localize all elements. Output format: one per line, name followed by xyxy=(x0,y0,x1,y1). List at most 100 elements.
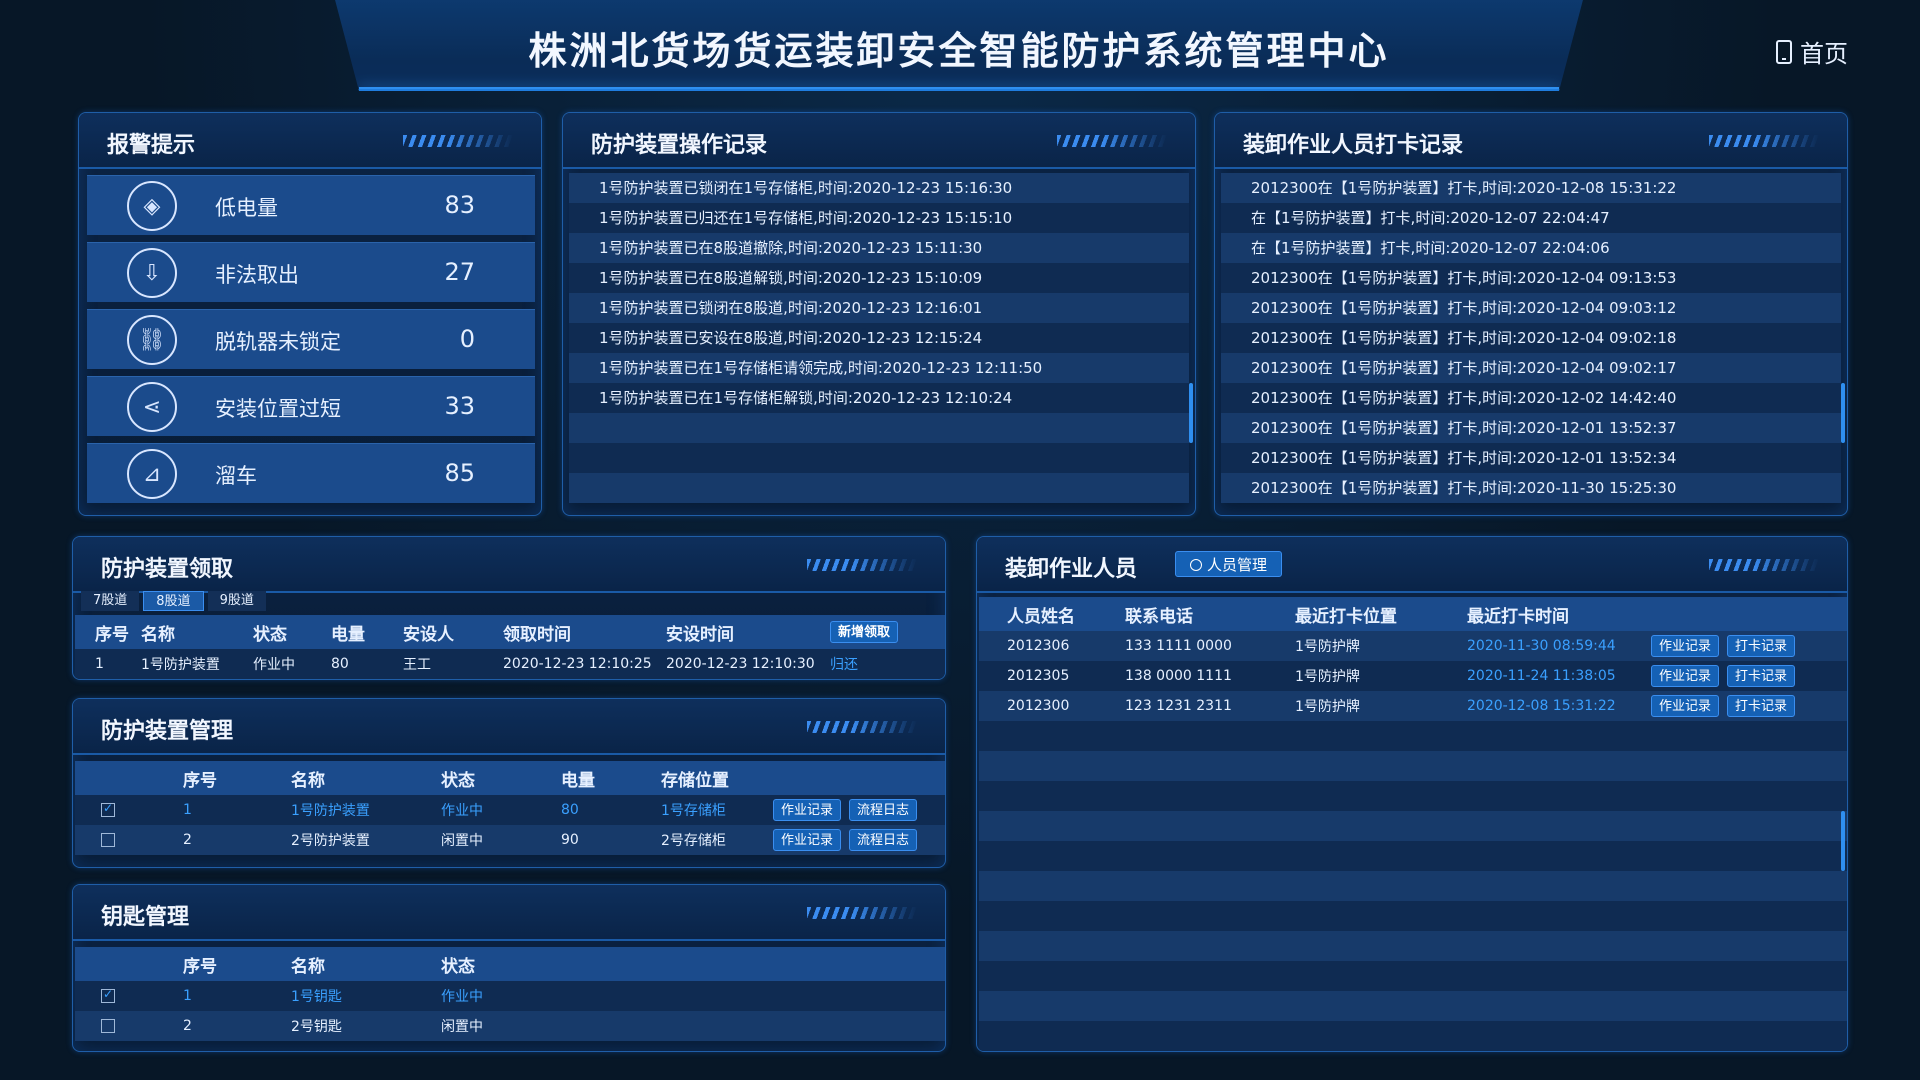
table-row xyxy=(979,811,1847,841)
tab-track[interactable]: 9股道 xyxy=(207,591,266,611)
home-link[interactable]: 首页 xyxy=(1776,34,1848,69)
scrollbar-thumb[interactable] xyxy=(1841,383,1845,443)
alarm-item[interactable]: ⇩ 非法取出 27 xyxy=(87,242,535,302)
return-link[interactable]: 归还 xyxy=(830,657,858,673)
flow-log-button[interactable]: 流程日志 xyxy=(849,799,918,821)
table-cell: 80 xyxy=(561,795,661,825)
table-cell xyxy=(1295,901,1467,931)
table-cell xyxy=(1295,961,1467,991)
work-record-button[interactable]: 作业记录 xyxy=(1651,665,1720,687)
log-row xyxy=(569,413,1189,443)
log-row: 2012300在【1号防护装置】打卡,时间:2020-12-01 13:52:3… xyxy=(1221,443,1841,473)
checkin-record-button[interactable]: 打卡记录 xyxy=(1727,635,1796,657)
table-cell: 2号钥匙 xyxy=(291,1011,441,1041)
table-cell: 123 1231 2311 xyxy=(1125,691,1295,721)
table-cell: 作业中 xyxy=(441,795,561,825)
table-cell xyxy=(1125,871,1295,901)
table-row: 2 2号钥匙 闲置中 xyxy=(75,1011,945,1041)
table-cell xyxy=(1467,931,1651,961)
alarm-item[interactable]: ⛓ 脱轨器未锁定 0 xyxy=(87,309,535,369)
table-cell: 作业记录 打卡记录 xyxy=(1651,631,1847,661)
personnel-header: 装卸作业人员 人员管理 xyxy=(977,537,1847,593)
alarm-item[interactable]: ⊿ 溜车 85 xyxy=(87,443,535,503)
row-checkbox[interactable] xyxy=(101,833,115,847)
alarm-value: 85 xyxy=(444,459,475,487)
table-cell: 2012305 xyxy=(979,661,1125,691)
checkin-log-header: 装卸作业人员打卡记录 xyxy=(1215,113,1847,169)
log-row: 2012300在【1号防护装置】打卡,时间:2020-12-08 15:31:2… xyxy=(1221,173,1841,203)
table-cell: 1 xyxy=(75,649,141,679)
log-row: 2012300在【1号防护装置】打卡,时间:2020-12-04 09:02:1… xyxy=(1221,323,1841,353)
log-row xyxy=(569,443,1189,473)
personnel-manage-button[interactable]: 人员管理 xyxy=(1175,551,1283,577)
table-cell: 90 xyxy=(561,825,661,855)
table-cell xyxy=(1125,901,1295,931)
alarm-item[interactable]: ⋖ 安装位置过短 33 xyxy=(87,376,535,436)
log-row: 2012300在【1号防护装置】打卡,时间:2020-12-04 09:03:1… xyxy=(1221,293,1841,323)
row-checkbox[interactable] xyxy=(101,987,115,1003)
decor-stripes xyxy=(807,721,917,733)
key-mgmt-table: 序号名称状态 11号钥匙作业中22号钥匙闲置中 xyxy=(75,947,945,1041)
work-record-button[interactable]: 作业记录 xyxy=(1651,635,1720,657)
download-screen-icon: ⇩ xyxy=(127,248,177,298)
tab-track[interactable]: 8股道 xyxy=(143,591,204,611)
tab-track[interactable]: 7股道 xyxy=(81,591,140,611)
table-cell: 1 xyxy=(183,981,291,1011)
table-cell xyxy=(1125,811,1295,841)
column-header: 最近打卡时间 xyxy=(1467,597,1651,631)
person-icon xyxy=(1190,559,1202,571)
log-row: 2012300在【1号防护装置】打卡,时间:2020-12-01 13:52:3… xyxy=(1221,413,1841,443)
flow-log-button[interactable]: 流程日志 xyxy=(849,829,918,851)
row-checkbox[interactable] xyxy=(101,801,115,817)
table-cell xyxy=(1651,1021,1847,1051)
table-row: 2012306 133 1111 0000 1号防护牌 2020-11-30 08:5… xyxy=(979,631,1847,661)
table-cell xyxy=(1651,1051,1847,1052)
table-cell: 闲置中 xyxy=(441,825,561,855)
table-cell xyxy=(979,841,1125,871)
decor-stripes xyxy=(1709,135,1819,147)
table-cell xyxy=(1651,871,1847,901)
table-row: 2012305 138 0000 1111 1号防护牌 2020-11-24 11:3… xyxy=(979,661,1847,691)
table-cell xyxy=(1651,901,1847,931)
home-label: 首页 xyxy=(1800,40,1848,68)
scrollbar-thumb[interactable] xyxy=(1189,383,1193,443)
table-row: 2 2号防护装置 闲置中 90 2号存储柜 作业记录 流程日志 xyxy=(75,825,945,855)
work-record-button[interactable]: 作业记录 xyxy=(773,829,842,851)
device-log-title: 防护装置操作记录 xyxy=(591,133,768,158)
column-header xyxy=(773,761,945,795)
table-cell xyxy=(979,1051,1125,1052)
checkin-record-button[interactable]: 打卡记录 xyxy=(1727,665,1796,687)
table-cell: 作业记录 流程日志 xyxy=(773,795,945,825)
log-row: 2012300在【1号防护装置】打卡,时间:2020-12-02 14:42:4… xyxy=(1221,383,1841,413)
table-cell xyxy=(1125,991,1295,1021)
table-cell xyxy=(1295,841,1467,871)
checkin-record-button[interactable]: 打卡记录 xyxy=(1727,695,1796,717)
column-header: 领取时间 xyxy=(503,615,666,649)
new-pickup-button[interactable]: 新增领取 xyxy=(830,621,899,643)
pickup-table: 序号 名称 状态 电量 安设人 领取时间 安设时间 新增领取 1 1号防护装置 作业中 80 王工 20… xyxy=(75,615,945,679)
log-row: 1号防护装置已锁闭在1号存储柜,时间:2020-12-23 15:16:30 xyxy=(569,173,1189,203)
table-cell xyxy=(1467,1051,1651,1052)
column-header: 联系电话 xyxy=(1125,597,1295,631)
table-row xyxy=(979,841,1847,871)
checkin-log-panel: 装卸作业人员打卡记录 2012300在【1号防护装置】打卡,时间:2020-12… xyxy=(1214,112,1848,516)
table-cell xyxy=(1467,811,1651,841)
table-cell xyxy=(979,811,1125,841)
row-checkbox[interactable] xyxy=(101,1019,115,1033)
work-record-button[interactable]: 作业记录 xyxy=(1651,695,1720,717)
table-cell xyxy=(1651,751,1847,781)
table-cell xyxy=(1651,811,1847,841)
column-header: 名称 xyxy=(291,761,441,795)
alarm-label: 安装位置过短 xyxy=(215,397,341,421)
table-cell: 1号防护牌 xyxy=(1295,631,1467,661)
column-header: 名称 xyxy=(141,615,253,649)
table-cell xyxy=(75,981,183,1011)
alarm-item[interactable]: ◈ 低电量 83 xyxy=(87,175,535,235)
personnel-table: 人员姓名 联系电话 最近打卡位置 最近打卡时间 2012306 133 1111 000… xyxy=(979,597,1847,1052)
table-row xyxy=(979,1021,1847,1051)
scrollbar-thumb[interactable] xyxy=(1841,811,1845,871)
log-row: 2012300在【1号防护装置】打卡,时间:2020-12-04 09:13:5… xyxy=(1221,263,1841,293)
log-row: 1号防护装置已锁闭在8股道,时间:2020-12-23 12:16:01 xyxy=(569,293,1189,323)
work-record-button[interactable]: 作业记录 xyxy=(773,799,842,821)
table-cell: 作业中 xyxy=(441,981,945,1011)
